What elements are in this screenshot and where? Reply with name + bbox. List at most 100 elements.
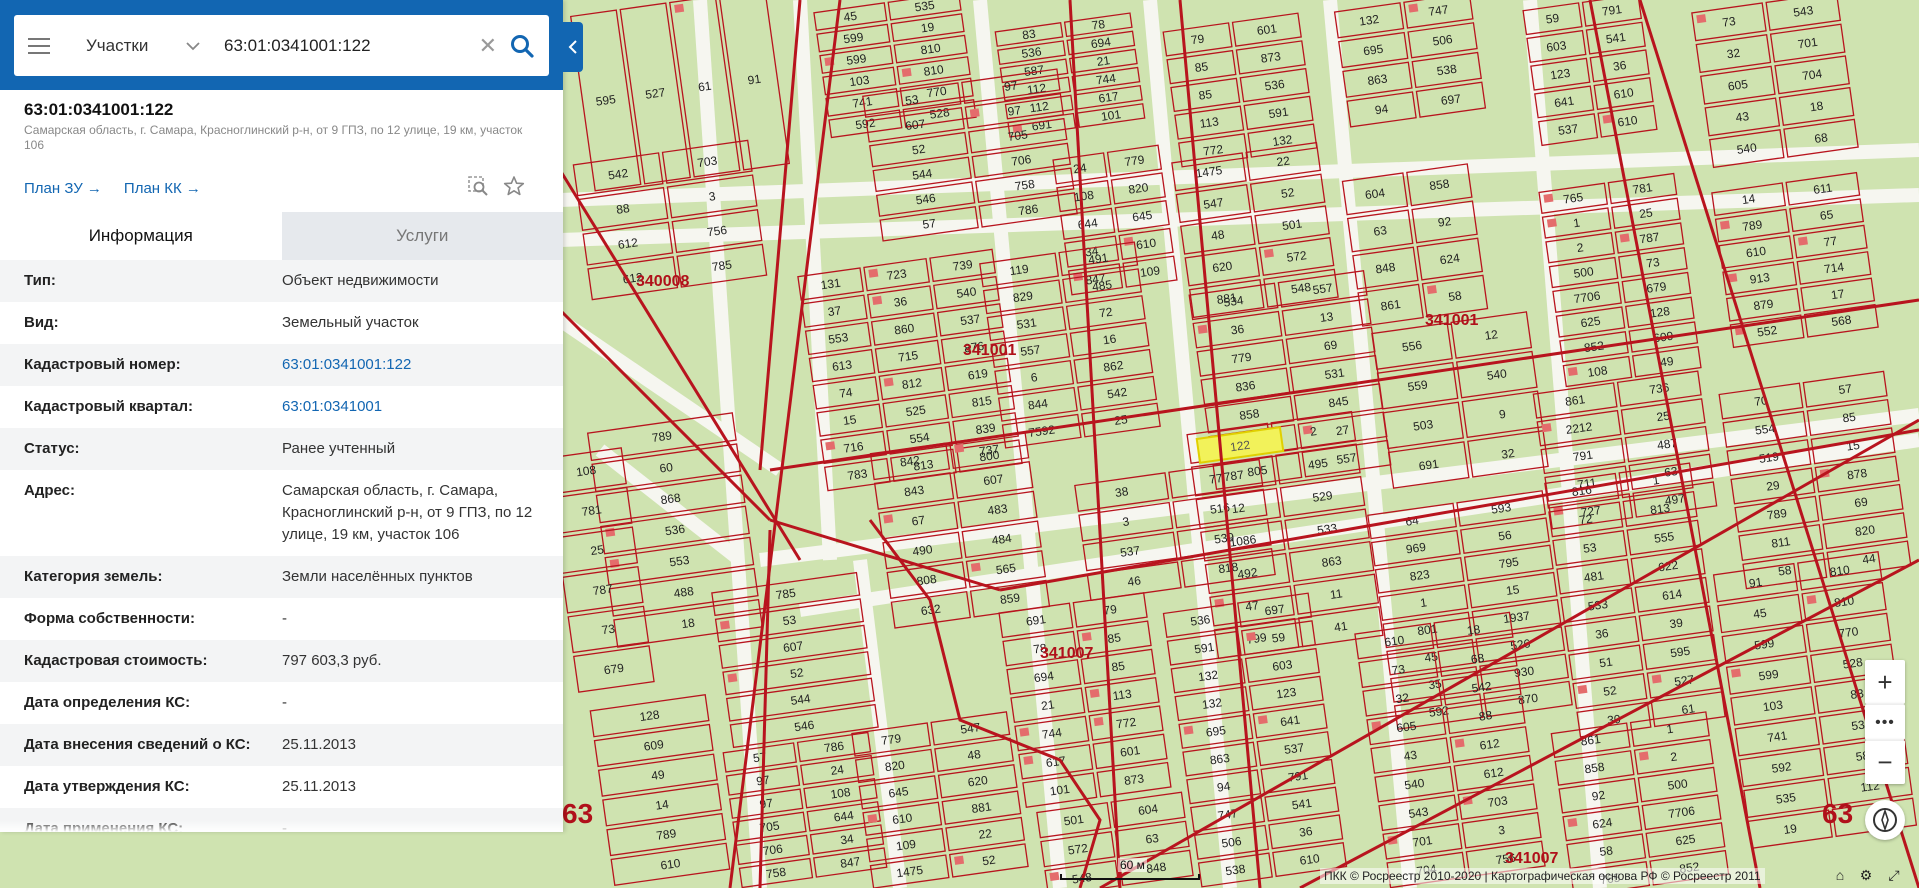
parcel-number: 49 (650, 767, 665, 783)
tab-info[interactable]: Информация (0, 212, 282, 260)
parcel-number: 108 (1073, 188, 1095, 205)
parcel-number: 91 (1748, 575, 1763, 591)
parcel-number: 695 (1362, 42, 1384, 59)
info-value: Объект недвижимости (282, 272, 439, 289)
chevron-down-icon[interactable] (186, 38, 210, 54)
parcel-number: 73 (1391, 662, 1406, 678)
parcel-number: 810 (920, 41, 942, 58)
parcel-number: 610 (891, 810, 913, 827)
parcel-number: 18 (1809, 99, 1824, 115)
parcel-number: 706 (1010, 152, 1032, 169)
parcel-number: 14 (1741, 191, 1756, 207)
parcel-number: 605 (1395, 719, 1417, 736)
parcel-number: 25 (1638, 205, 1653, 221)
info-row: Категория земель: Земли населённых пункто… (0, 556, 563, 598)
parcel-number: 789 (1766, 506, 1788, 523)
parcel-number: 599 (845, 51, 867, 68)
settings-icon[interactable]: ⚙ (1857, 866, 1875, 884)
building (1081, 632, 1092, 642)
parcel-number: 645 (1131, 208, 1153, 225)
parcel-number: 85 (1842, 410, 1857, 426)
parcel-number: 572 (1286, 248, 1308, 265)
parcel-number: 73 (1721, 14, 1736, 30)
search-category-select[interactable]: Участки (86, 36, 186, 56)
compass-icon[interactable] (1865, 800, 1905, 840)
building (674, 3, 685, 13)
info-row: Кадастровая стоимость: 797 603,3 руб. (0, 640, 563, 682)
info-row: Тип: Объект недвижимости (0, 260, 563, 302)
parcel-number: 843 (903, 483, 925, 500)
zoom-in-button[interactable]: + (1865, 660, 1905, 704)
star-icon[interactable] (503, 175, 525, 202)
parcel-number: 610 (1613, 85, 1635, 102)
building (1719, 220, 1730, 230)
building (1651, 674, 1662, 684)
parcel-number: 501 (1063, 812, 1085, 829)
parcel-number: 53 (1582, 540, 1597, 556)
parcel-number: 45 (843, 9, 858, 25)
plan-kk-link[interactable]: План КК → (124, 180, 201, 197)
search-input[interactable] (224, 35, 467, 56)
parcel-number: 844 (1027, 396, 1049, 413)
plan-zu-link[interactable]: План ЗУ → (24, 180, 102, 197)
object-links: План ЗУ → План КК → (24, 175, 539, 202)
building (969, 108, 980, 118)
parcel-number: 17 (1830, 286, 1845, 302)
parcel-number: 779 (1124, 152, 1146, 169)
object-address: Самарская область, г. Самара, Красноглин… (24, 123, 523, 152)
parcel-number: 36 (1594, 626, 1609, 642)
parcel-number: 556 (1401, 338, 1423, 355)
parcel-number: 547 (1203, 195, 1225, 212)
tab-services[interactable]: Услуги (281, 212, 563, 260)
collapse-panel-button[interactable] (563, 22, 583, 72)
info-value: 25.11.2013 (282, 778, 356, 795)
info-value: - (282, 610, 287, 627)
parcel-number: 811 (1770, 534, 1791, 551)
parcel-number: 12 (1484, 327, 1499, 343)
info-value-link[interactable]: 63:01:0341001 (282, 396, 539, 418)
zoom-to-object-icon[interactable] (467, 175, 489, 202)
parcel-number: 613 (831, 357, 853, 374)
building (883, 514, 894, 524)
parcel-number: 860 (893, 321, 915, 338)
parcel-number: 758 (765, 865, 787, 882)
parcel-number: 795 (1498, 555, 1520, 572)
parcel-number: 541 (1291, 796, 1313, 813)
zoom-out-button[interactable]: − (1865, 740, 1905, 784)
search-icon[interactable] (509, 33, 535, 59)
parcel-number: 69 (1853, 494, 1868, 510)
building (1426, 284, 1437, 295)
building (1619, 233, 1630, 243)
home-icon[interactable]: ⌂ (1831, 866, 1849, 884)
parcel-number: 607 (982, 472, 1004, 489)
parcel-number: 756 (706, 223, 728, 240)
parcel-number: 101 (1049, 782, 1071, 799)
parcel-number: 79 (1190, 32, 1205, 48)
parcel-number: 128 (639, 707, 661, 724)
info-value-link[interactable]: 63:01:0341001:122 (282, 354, 539, 376)
parcel-number: 781 (1632, 180, 1654, 197)
fullscreen-icon[interactable]: ⤢ (1885, 866, 1903, 884)
parcel-number: 610 (1745, 244, 1767, 261)
parcel-number: 57 (752, 750, 767, 766)
building (1567, 366, 1578, 377)
parcel-number: 787 (1223, 467, 1245, 484)
hamburger-menu-icon[interactable] (28, 37, 50, 54)
parcel-number: 779 (1231, 350, 1253, 367)
info-key: Дата внесения сведений о КС: (24, 736, 251, 753)
parcel-number: 604 (1364, 185, 1386, 202)
parcel-number: 772 (1115, 715, 1137, 732)
parcel-number: 617 (1098, 89, 1120, 106)
parcel-number: 36 (1298, 824, 1313, 840)
zoom-more-button[interactable]: ••• (1865, 704, 1905, 740)
parcel-number: 61 (697, 79, 712, 95)
clear-icon[interactable]: ✕ (479, 34, 497, 57)
parcel-number: 716 (843, 439, 865, 456)
info-row: Кадастровый номер: 63:01:0341001:122 (0, 344, 563, 386)
parcel-number: 791 (1601, 2, 1623, 19)
parcel-number: 695 (1205, 723, 1227, 740)
parcel-number: 69 (1323, 338, 1338, 354)
building (1197, 324, 1208, 334)
parcel-number: 537 (1283, 740, 1305, 757)
parcel-number: 645 (888, 784, 910, 801)
